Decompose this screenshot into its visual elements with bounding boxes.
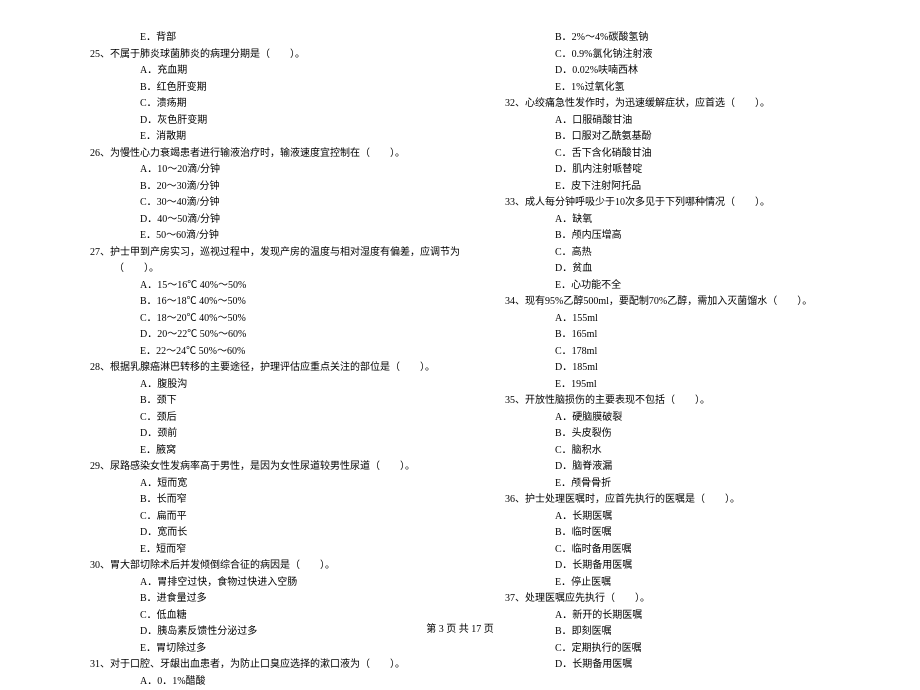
- q32-stem: 32、心绞痛急性发作时，为迅速缓解症状，应首选（ ）。: [529, 96, 880, 113]
- q32-opt: B．口服对乙酰氨基酚: [505, 129, 880, 146]
- q27-stem: 27、护士甲到产房实习，巡视过程中，发现产房的温度与相对湿度有偏差，应调节为（ …: [114, 245, 465, 278]
- q27-opt: D．20～22℃ 50%～60%: [90, 327, 465, 344]
- q29-opt: B．长而窄: [90, 492, 465, 509]
- q30-opt: E．胃切除过多: [90, 641, 465, 658]
- q35-stem: 35、开放性脑损伤的主要表现不包括（ ）。: [529, 393, 880, 410]
- q31-opt: C．0.9%氯化钠注射液: [505, 47, 880, 64]
- q28-stem: 28、根据乳腺癌淋巴转移的主要途径，护理评估应重点关注的部位是（ ）。: [114, 360, 465, 377]
- q29-opt: D．宽而长: [90, 525, 465, 542]
- page-footer: 第 3 页 共 17 页: [0, 620, 920, 635]
- q34-opt: C．178ml: [505, 344, 880, 361]
- q32-opt: D．肌内注射哌替啶: [505, 162, 880, 179]
- q25-opt: E．消散期: [90, 129, 465, 146]
- q26-opt: D．40～50滴/分钟: [90, 212, 465, 229]
- q32-opt: A．口服硝酸甘油: [505, 113, 880, 130]
- q35-opt: D．脑脊液漏: [505, 459, 880, 476]
- q36-opt: B．临时医嘱: [505, 525, 880, 542]
- q33-opt: B．颅内压增高: [505, 228, 880, 245]
- q33-opt: E．心功能不全: [505, 278, 880, 295]
- q37-stem: 37、处理医嘱应先执行（ ）。: [529, 591, 880, 608]
- q29-stem: 29、尿路感染女性发病率高于男性，是因为女性尿道较男性尿道（ ）。: [114, 459, 465, 476]
- q27-opt: B．16～18℃ 40%～50%: [90, 294, 465, 311]
- q34-opt: E．195ml: [505, 377, 880, 394]
- q26-opt: B．20～30滴/分钟: [90, 179, 465, 196]
- q30-opt: B．进食量过多: [90, 591, 465, 608]
- q33-opt: C．高热: [505, 245, 880, 262]
- q25-stem: 25、不属于肺炎球菌肺炎的病理分期是（ ）。: [114, 47, 465, 64]
- q34-opt: D．185ml: [505, 360, 880, 377]
- q26-opt: A．10～20滴/分钟: [90, 162, 465, 179]
- q26-opt: E．50～60滴/分钟: [90, 228, 465, 245]
- q26-stem: 26、为慢性心力衰竭患者进行输液治疗时，输液速度宜控制在（ ）。: [114, 146, 465, 163]
- right-column: B．2%～4%碳酸氢钠 C．0.9%氯化钠注射液 D．0.02%呋喃西林 E．1…: [505, 30, 880, 690]
- q29-opt: A．短而宽: [90, 476, 465, 493]
- q34-stem: 34、现有95%乙醇500ml，要配制70%乙醇，需加入灭菌馏水（ ）。: [529, 294, 880, 311]
- q36-stem: 36、护士处理医嘱时，应首先执行的医嘱是（ ）。: [529, 492, 880, 509]
- q31-opt: E．1%过氧化氢: [505, 80, 880, 97]
- q33-opt: D．贫血: [505, 261, 880, 278]
- q30-stem: 30、胃大部切除术后并发倾倒综合征的病因是（ ）。: [114, 558, 465, 575]
- q35-opt: A．硬脑膜破裂: [505, 410, 880, 427]
- q36-opt: E．停止医嘱: [505, 575, 880, 592]
- q35-opt: C．脑积水: [505, 443, 880, 460]
- q33-opt: A．缺氧: [505, 212, 880, 229]
- q25-opt: D．灰色肝变期: [90, 113, 465, 130]
- q28-opt: C．颈后: [90, 410, 465, 427]
- q25-opt: A．充血期: [90, 63, 465, 80]
- q36-opt: D．长期备用医嘱: [505, 558, 880, 575]
- page-columns: E．背部 25、不属于肺炎球菌肺炎的病理分期是（ ）。 A．充血期 B．红色肝变…: [90, 30, 880, 690]
- q33-stem: 33、成人每分钟呼吸少于10次多见于下列哪种情况（ ）。: [529, 195, 880, 212]
- q31-opt: D．0.02%呋喃西林: [505, 63, 880, 80]
- q37-opt: D．长期备用医嘱: [505, 657, 880, 674]
- q31-stem: 31、对于口腔、牙龈出血患者，为防止口臭应选择的漱口液为（ ）。: [114, 657, 465, 674]
- q36-opt: A．长期医嘱: [505, 509, 880, 526]
- q32-opt: E．皮下注射阿托品: [505, 179, 880, 196]
- q25-opt: C．溃疡期: [90, 96, 465, 113]
- q36-opt: C．临时备用医嘱: [505, 542, 880, 559]
- orphan-option: E．背部: [90, 30, 465, 47]
- q30-opt: A．胃排空过快，食物过快进入空肠: [90, 575, 465, 592]
- q28-opt: B．颈下: [90, 393, 465, 410]
- left-column: E．背部 25、不属于肺炎球菌肺炎的病理分期是（ ）。 A．充血期 B．红色肝变…: [90, 30, 465, 690]
- q35-opt: B．头皮裂伤: [505, 426, 880, 443]
- q29-opt: E．短而窄: [90, 542, 465, 559]
- q28-opt: E．腋窝: [90, 443, 465, 460]
- q28-opt: A．腹股沟: [90, 377, 465, 394]
- q27-opt: A．15～16℃ 40%～50%: [90, 278, 465, 295]
- q37-opt: C．定期执行的医嘱: [505, 641, 880, 658]
- q27-opt: E．22～24℃ 50%～60%: [90, 344, 465, 361]
- q29-opt: C．扁而平: [90, 509, 465, 526]
- q25-opt: B．红色肝变期: [90, 80, 465, 97]
- q35-opt: E．颅骨骨折: [505, 476, 880, 493]
- q31-opt: B．2%～4%碳酸氢钠: [505, 30, 880, 47]
- q28-opt: D．颈前: [90, 426, 465, 443]
- q31-opt: A．0．1%醋酸: [90, 674, 465, 690]
- q32-opt: C．舌下含化硝酸甘油: [505, 146, 880, 163]
- q34-opt: A．155ml: [505, 311, 880, 328]
- q27-opt: C．18～20℃ 40%～50%: [90, 311, 465, 328]
- q26-opt: C．30～40滴/分钟: [90, 195, 465, 212]
- q34-opt: B．165ml: [505, 327, 880, 344]
